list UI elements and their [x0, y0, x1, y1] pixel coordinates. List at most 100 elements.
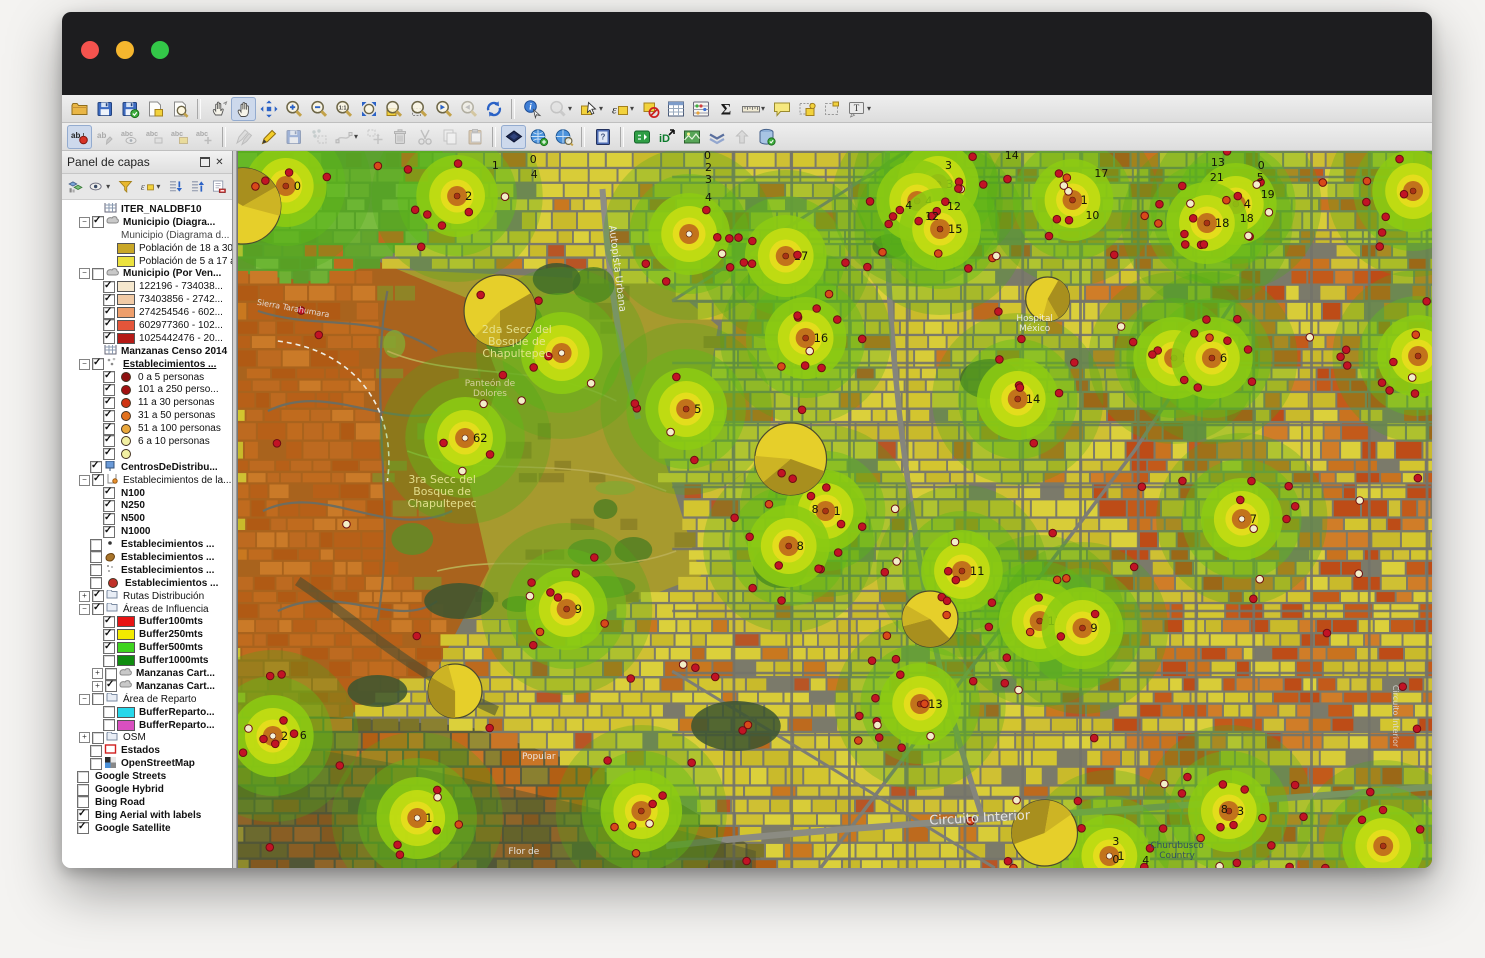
db-manager-button[interactable]	[754, 125, 779, 149]
add-feature-button[interactable]	[306, 125, 331, 149]
delete-selected-button[interactable]	[387, 125, 412, 149]
add-wms-layer-button[interactable]	[526, 125, 551, 149]
layer-label[interactable]: 101 a 250 perso...	[138, 384, 219, 395]
layer-checkbox[interactable]	[103, 642, 115, 654]
close-panel-button[interactable]: ✕	[212, 155, 227, 169]
layer-checkbox[interactable]	[92, 603, 104, 615]
zoom-last-button[interactable]	[431, 97, 456, 121]
show-bookmarks-button[interactable]	[819, 97, 844, 121]
save-layer-edits-button[interactable]	[281, 125, 306, 149]
layer-checkbox[interactable]	[103, 719, 115, 731]
layer-label[interactable]: Establecimientos ...	[121, 552, 214, 563]
refresh-map-button[interactable]	[481, 97, 506, 121]
layer-label[interactable]: CentrosDeDistribu...	[121, 462, 218, 473]
current-edits-button[interactable]	[231, 125, 256, 149]
layer-checkbox[interactable]	[92, 268, 104, 280]
layer-checkbox[interactable]	[77, 771, 89, 783]
layer-checkbox[interactable]	[77, 796, 89, 808]
metasearch-button[interactable]	[501, 125, 526, 149]
map-canvas[interactable]: 0217163415141856256141811119139211370234…	[237, 151, 1432, 868]
layer-checkbox[interactable]	[103, 487, 115, 499]
tree-expander[interactable]: +	[79, 591, 90, 602]
save-project-as-button[interactable]	[117, 97, 142, 121]
label-pin-unpin-button[interactable]: ab	[92, 125, 117, 149]
layer-checkbox[interactable]	[92, 358, 104, 370]
layer-labeling-options-button[interactable]: ab	[67, 125, 92, 149]
layer-label[interactable]: Establecimientos de la...	[123, 475, 231, 486]
layer-checkbox[interactable]	[90, 551, 102, 563]
layer-checkbox[interactable]	[77, 784, 89, 796]
open-project-button[interactable]	[67, 97, 92, 121]
select-by-expression-button[interactable]: ε	[607, 97, 632, 121]
layer-label[interactable]: N100	[121, 488, 145, 499]
tree-expander[interactable]: −	[79, 217, 90, 228]
map-tips-button[interactable]	[769, 97, 794, 121]
layer-label[interactable]: Manzanas Cart...	[136, 668, 215, 679]
composer-manager-button[interactable]	[167, 97, 192, 121]
layer-checkbox[interactable]	[77, 822, 89, 834]
layer-label[interactable]: Área de Reparto	[123, 694, 196, 705]
layer-checkbox[interactable]	[92, 693, 104, 705]
pan-map-button[interactable]	[231, 97, 256, 121]
zoom-native-resolution-button[interactable]: 1:1	[331, 97, 356, 121]
label-move-button[interactable]: abc	[167, 125, 192, 149]
manage-map-themes-dropdown-caret[interactable]: ▾	[106, 182, 114, 191]
layer-label[interactable]: Población de 5 a 17 a...	[139, 256, 232, 267]
layer-checkbox[interactable]	[103, 629, 115, 641]
open-layer-styling-panel-button[interactable]	[65, 176, 86, 197]
layer-label[interactable]: BufferReparto...	[139, 720, 215, 731]
layer-checkbox[interactable]	[103, 319, 115, 331]
window-titlebar[interactable]	[62, 12, 1432, 95]
layer-label[interactable]: Municipio (Diagrama d...	[121, 230, 229, 241]
layer-checkbox[interactable]	[92, 732, 104, 744]
layer-checkbox[interactable]	[92, 590, 104, 602]
layer-label[interactable]: Buffer500mts	[139, 642, 203, 653]
layer-checkbox[interactable]	[103, 281, 115, 293]
new-print-composer-button[interactable]	[142, 97, 167, 121]
tree-expander[interactable]: +	[92, 668, 103, 679]
layer-checkbox[interactable]	[103, 706, 115, 718]
layer-checkbox[interactable]	[90, 745, 102, 757]
toggle-editing-button[interactable]	[256, 125, 281, 149]
zoom-to-layer-button[interactable]	[381, 97, 406, 121]
layer-label[interactable]: 274254546 - 602...	[139, 307, 223, 318]
node-tool-button[interactable]	[331, 125, 356, 149]
layer-label[interactable]: 1025442476 - 20...	[139, 333, 223, 344]
layer-label[interactable]: Bing Road	[95, 797, 145, 808]
layer-label[interactable]: Población de 18 a 30 ...	[139, 243, 232, 254]
field-calculator-button[interactable]	[688, 97, 713, 121]
measure-line-button[interactable]	[738, 97, 763, 121]
tree-expander[interactable]: −	[79, 475, 90, 486]
layer-label[interactable]: 6 a 10 personas	[138, 436, 210, 447]
layer-label[interactable]: Google Streets	[95, 771, 166, 782]
open-field-calc-hd-button[interactable]: iD	[654, 125, 679, 149]
layer-label[interactable]: Establecimientos ...	[123, 359, 216, 370]
layer-label[interactable]: 31 a 50 personas	[138, 410, 215, 421]
layer-checkbox[interactable]	[103, 526, 115, 538]
help-contents-button[interactable]: ?	[590, 125, 615, 149]
layer-checkbox[interactable]	[103, 448, 115, 460]
layer-label[interactable]: OSM	[123, 732, 146, 743]
layer-checkbox[interactable]	[103, 410, 115, 422]
layer-checkbox[interactable]	[103, 307, 115, 319]
layer-checkbox[interactable]	[103, 332, 115, 344]
layer-checkbox[interactable]	[90, 758, 102, 770]
identify-features-button[interactable]: i	[520, 97, 545, 121]
manage-map-themes-button[interactable]	[87, 176, 108, 197]
zoom-out-button[interactable]	[306, 97, 331, 121]
deselect-all-button[interactable]	[638, 97, 663, 121]
layer-checkbox[interactable]	[103, 294, 115, 306]
layer-checkbox[interactable]	[103, 513, 115, 525]
layer-checkbox[interactable]	[92, 216, 104, 228]
layer-label[interactable]: Municipio (Diagra...	[123, 217, 215, 228]
layer-label[interactable]: 0 a 5 personas	[138, 372, 204, 383]
layer-label[interactable]: Rutas Distribución	[123, 591, 204, 602]
layer-checkbox[interactable]	[92, 474, 104, 486]
expand-all-button[interactable]	[165, 176, 186, 197]
label-show-hide-button[interactable]: abc	[117, 125, 142, 149]
manage-plugins-button[interactable]	[629, 125, 654, 149]
layer-checkbox[interactable]	[90, 564, 102, 576]
layer-checkbox[interactable]	[103, 435, 115, 447]
layer-checkbox[interactable]	[103, 655, 115, 667]
select-features-button[interactable]	[576, 97, 601, 121]
